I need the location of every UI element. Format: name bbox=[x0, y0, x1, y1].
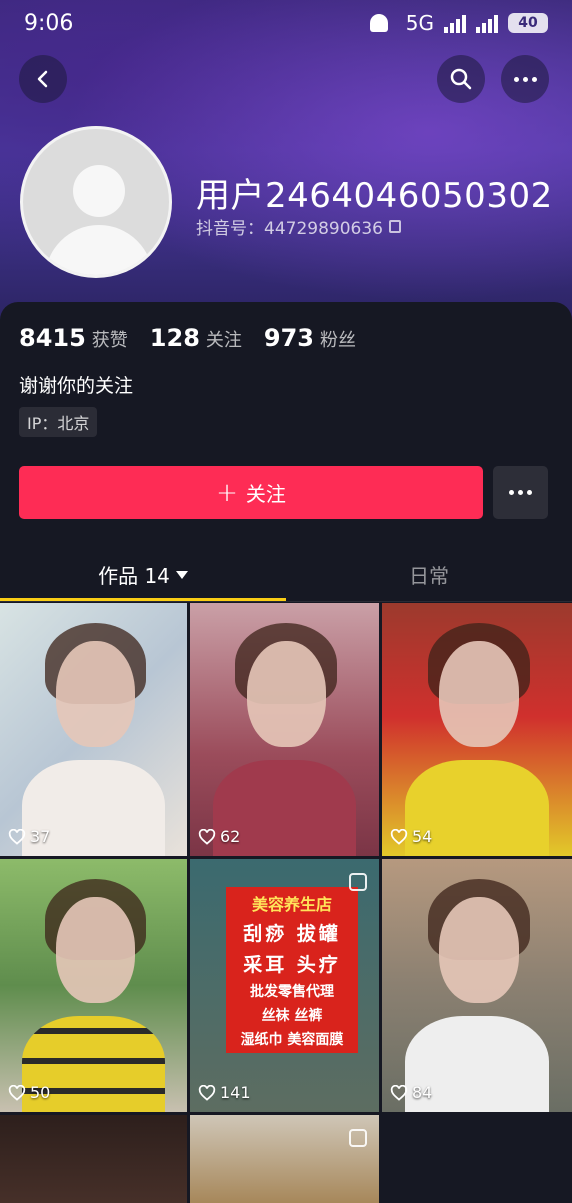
status-bar: 9:06 5G 40 bbox=[0, 0, 572, 46]
signal-icon-2 bbox=[476, 13, 498, 33]
stat-likes-label: 获赞 bbox=[91, 330, 128, 351]
content-tabs: 作品 14 日常 bbox=[0, 548, 572, 602]
shop-sign: 美容养生店 刮痧 拔罐 采耳 头疗 批发零售代理 丝袜 丝裤 湿纸巾 美容面膜 bbox=[226, 887, 358, 1053]
more-icon bbox=[513, 76, 537, 82]
stat-followers[interactable]: 973 粉丝 bbox=[264, 324, 356, 352]
video-likes-count: 84 bbox=[412, 1083, 433, 1102]
search-icon bbox=[450, 68, 472, 90]
search-button[interactable] bbox=[437, 55, 485, 103]
thumbnail-face-shape bbox=[439, 896, 519, 1004]
video-likes-count: 54 bbox=[412, 827, 433, 846]
ip-location-tag: IP：北京 bbox=[19, 407, 98, 437]
stat-followers-value: 973 bbox=[263, 324, 315, 352]
sign-line: 刮痧 拔罐 bbox=[243, 923, 341, 945]
heart-icon bbox=[390, 828, 408, 845]
more-icon bbox=[509, 490, 532, 495]
more-options-button[interactable] bbox=[501, 55, 549, 103]
video-thumbnail[interactable]: 54 bbox=[382, 603, 572, 856]
status-indicators: 5G 40 bbox=[369, 11, 548, 35]
video-grid: 37 62 54 50 美容养生店 刮痧 拔罐 采耳 头疗 批发零售代理 丝袜 … bbox=[0, 603, 572, 1203]
copy-icon[interactable] bbox=[388, 220, 401, 233]
follow-button-label: 关注 bbox=[245, 482, 286, 506]
stat-followers-label: 粉丝 bbox=[320, 330, 357, 351]
douyin-id[interactable]: 抖音号：44729890636 bbox=[196, 214, 401, 239]
heart-icon bbox=[8, 828, 26, 845]
sign-line: 采耳 头疗 bbox=[243, 954, 341, 976]
username: 用户2464046050302 bbox=[196, 176, 553, 216]
heart-icon bbox=[390, 1084, 408, 1101]
heart-icon bbox=[198, 1084, 216, 1101]
tab-works[interactable]: 作品 14 bbox=[0, 548, 286, 601]
thumbnail-face-shape bbox=[439, 640, 519, 748]
thumbnail-face-shape bbox=[56, 640, 135, 748]
signal-icon bbox=[444, 13, 466, 33]
avatar-head-shape bbox=[73, 165, 125, 217]
sign-line: 批发零售代理 bbox=[250, 984, 334, 1000]
sign-line: 丝袜 丝裤 bbox=[261, 1008, 323, 1024]
back-button[interactable] bbox=[19, 55, 67, 103]
video-thumbnail[interactable] bbox=[190, 1115, 379, 1203]
video-likes: 50 bbox=[8, 1083, 50, 1102]
video-likes: 54 bbox=[390, 827, 432, 846]
avatar-shoulders-shape bbox=[45, 225, 153, 275]
avatar[interactable] bbox=[20, 126, 172, 278]
heart-icon bbox=[198, 828, 216, 845]
video-likes: 37 bbox=[8, 827, 50, 846]
notification-bell-icon bbox=[369, 14, 388, 32]
video-thumbnail[interactable] bbox=[0, 1115, 187, 1203]
follow-button[interactable]: + 关注 bbox=[19, 466, 483, 519]
pin-icon bbox=[349, 1129, 367, 1147]
pin-icon bbox=[349, 873, 367, 891]
empty-grid-cell bbox=[382, 1115, 572, 1203]
video-likes-count: 141 bbox=[220, 1083, 251, 1102]
stat-following[interactable]: 128 关注 bbox=[150, 324, 242, 352]
video-likes: 141 bbox=[198, 1083, 251, 1102]
video-thumbnail[interactable]: 84 bbox=[382, 859, 572, 1112]
video-likes: 84 bbox=[390, 1083, 432, 1102]
video-thumbnail[interactable]: 50 bbox=[0, 859, 187, 1112]
battery-icon: 40 bbox=[508, 13, 548, 33]
video-thumbnail[interactable]: 37 bbox=[0, 603, 187, 856]
thumbnail-face-shape bbox=[246, 640, 327, 748]
profile-stats: 8415 获赞 128 关注 973 粉丝 bbox=[19, 324, 356, 352]
video-thumbnail[interactable]: 美容养生店 刮痧 拔罐 采耳 头疗 批发零售代理 丝袜 丝裤 湿纸巾 美容面膜 … bbox=[190, 859, 379, 1112]
sign-title: 美容养生店 bbox=[251, 895, 332, 914]
heart-icon bbox=[8, 1084, 26, 1101]
douyin-id-text: 抖音号：44729890636 bbox=[196, 219, 383, 239]
profile-bio: 谢谢你的关注 bbox=[19, 375, 134, 397]
back-icon bbox=[37, 70, 48, 88]
caret-down-icon bbox=[175, 570, 188, 579]
video-likes: 62 bbox=[198, 827, 240, 846]
active-tab-indicator bbox=[0, 598, 286, 601]
plus-icon: + bbox=[216, 477, 238, 508]
tab-daily-label: 日常 bbox=[409, 564, 449, 588]
tab-works-label: 作品 14 bbox=[98, 564, 170, 588]
video-likes-count: 62 bbox=[220, 827, 241, 846]
network-type: 5G bbox=[405, 11, 434, 35]
video-likes-count: 37 bbox=[30, 827, 51, 846]
stat-following-value: 128 bbox=[149, 324, 200, 352]
stat-likes[interactable]: 8415 获赞 bbox=[19, 324, 128, 352]
sign-line: 湿纸巾 美容面膜 bbox=[240, 1032, 344, 1048]
video-thumbnail[interactable]: 62 bbox=[190, 603, 379, 856]
stat-following-label: 关注 bbox=[205, 330, 242, 351]
status-time: 9:06 bbox=[24, 10, 74, 36]
thumbnail-face-shape bbox=[56, 896, 135, 1004]
video-likes-count: 50 bbox=[30, 1083, 51, 1102]
tab-daily[interactable]: 日常 bbox=[286, 548, 572, 601]
follow-more-button[interactable] bbox=[493, 466, 548, 519]
stat-likes-value: 8415 bbox=[19, 324, 86, 352]
